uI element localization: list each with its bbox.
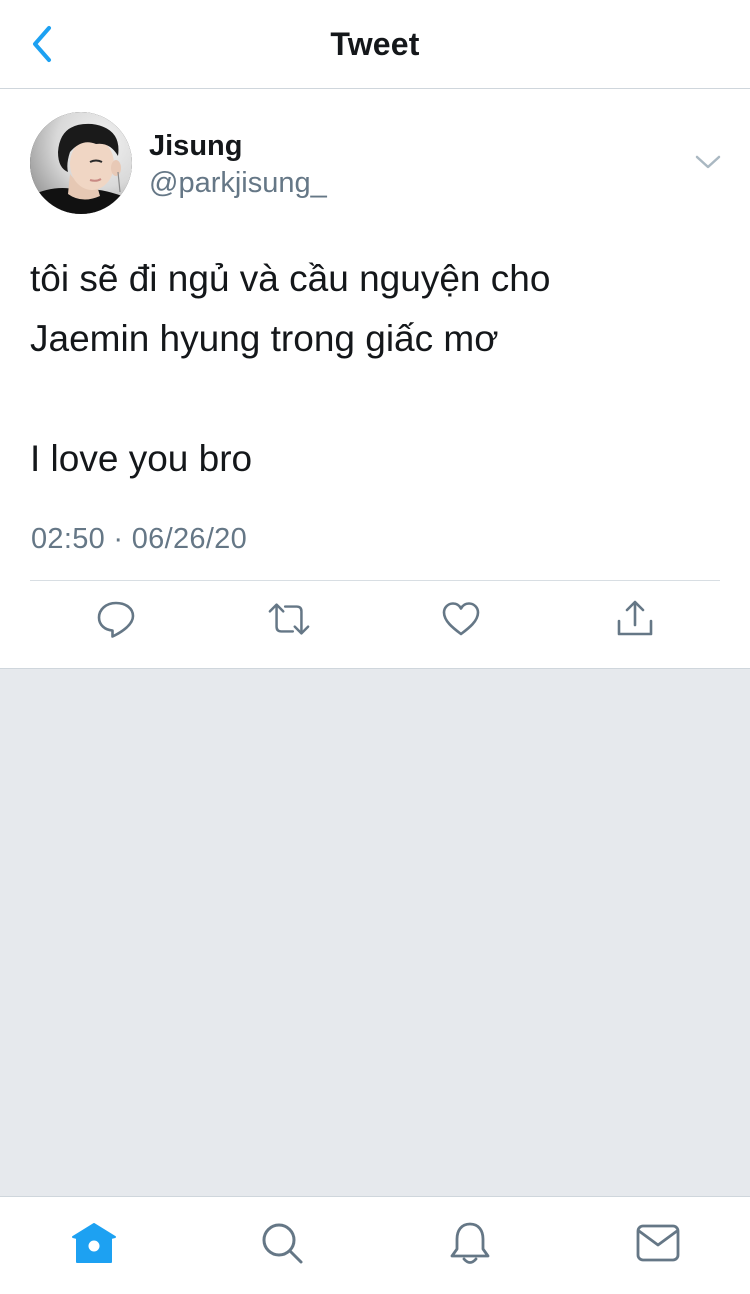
tweet-timestamp: 02:50 · 06/26/20 [31, 523, 248, 555]
tab-messages[interactable] [634, 1219, 682, 1267]
retweet-icon [268, 603, 310, 635]
reply-icon [97, 601, 135, 638]
like-button[interactable] [439, 597, 483, 641]
tweet-card: Jisung @parkjisung_ tôi sẽ đi ngủ và cầu… [0, 89, 750, 669]
tweet-text-line: Jaemin hyung trong giấc mơ [30, 318, 499, 359]
share-icon [617, 600, 653, 636]
tweet-text-line: I love you bro [30, 438, 253, 479]
chevron-down-icon [695, 155, 721, 169]
bottom-tab-bar [0, 1196, 750, 1294]
tab-notifications[interactable] [446, 1219, 494, 1267]
author-display-name[interactable]: Jisung [149, 130, 242, 163]
tweet-body: tôi sẽ đi ngủ và cầu nguyện cho Jaemin h… [30, 249, 720, 489]
tweet-actions-bar [0, 581, 750, 668]
tweet-text-blank-line [30, 369, 720, 429]
top-navigation-bar: Tweet [0, 0, 750, 89]
avatar[interactable] [30, 112, 132, 214]
tweet-options-button[interactable] [692, 149, 724, 175]
notifications-icon [450, 1222, 490, 1264]
tweet-text-line: tôi sẽ đi ngủ và cầu nguyện cho [30, 258, 551, 299]
author-handle[interactable]: @parkjisung_ [149, 167, 327, 200]
share-button[interactable] [613, 597, 657, 641]
messages-icon [636, 1224, 680, 1262]
search-icon [262, 1223, 303, 1264]
home-icon [72, 1223, 116, 1263]
retweet-button[interactable] [267, 597, 311, 641]
page-title: Tweet [330, 26, 420, 62]
like-icon [442, 602, 480, 636]
empty-replies-area [0, 669, 750, 1196]
tab-search[interactable] [258, 1219, 306, 1267]
reply-button[interactable] [94, 597, 138, 641]
tweet-detail-screen: Tweet Jisung @parkjisung_ tôi sẽ đi ngủ … [0, 0, 750, 1294]
tab-home[interactable] [70, 1219, 118, 1267]
